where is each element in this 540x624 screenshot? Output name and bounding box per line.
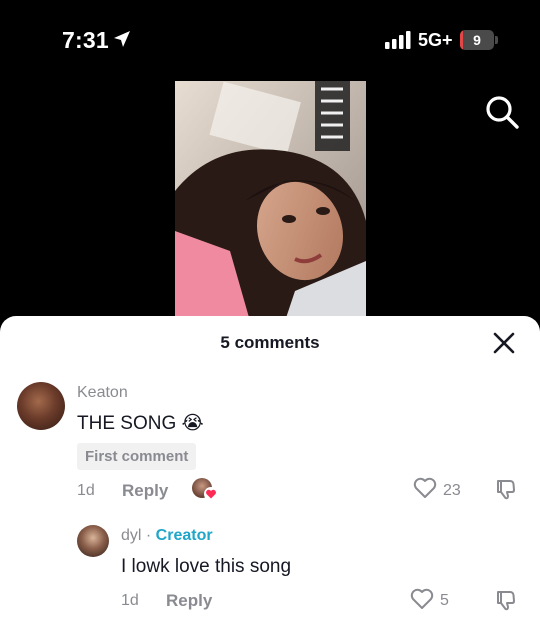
like-count: 23 (443, 482, 461, 499)
commenter-avatar[interactable] (17, 382, 65, 430)
video-frame-image (175, 81, 366, 321)
status-time: 7:31 (62, 27, 109, 53)
creator-badge: Creator (155, 527, 213, 544)
battery-nub (495, 36, 498, 44)
search-icon[interactable] (483, 93, 521, 131)
reply-username-line: dyl · Creator (121, 527, 213, 545)
comment-username[interactable]: Keaton (77, 384, 128, 402)
first-comment-badge: First comment (77, 443, 197, 470)
username-separator: · (141, 527, 156, 544)
close-icon[interactable] (492, 331, 516, 355)
reply-like-heart-icon[interactable] (410, 588, 434, 610)
video-preview[interactable] (175, 81, 366, 321)
cellular-signal-icon (385, 31, 411, 49)
reply-avatar[interactable] (77, 525, 109, 557)
reply-age: 1d (121, 592, 139, 609)
network-type: 5G+ (418, 30, 453, 50)
battery-indicator: 9 (460, 30, 494, 50)
creator-liked-heart-icon (204, 487, 218, 501)
reply-text: I lowk love this song (121, 556, 292, 577)
reply-dislike-icon[interactable] (494, 588, 518, 612)
dislike-icon[interactable] (494, 477, 518, 501)
reply-to-reply-button[interactable]: Reply (166, 591, 212, 611)
reply-username[interactable]: dyl (121, 527, 141, 544)
reply-like-count: 5 (440, 592, 449, 609)
comment-age: 1d (77, 482, 95, 499)
comments-count-title: 5 comments (220, 333, 320, 352)
location-arrow-icon (114, 31, 130, 47)
status-bar: 7:31 5G+ 9 (0, 0, 540, 80)
battery-level-text: 9 (473, 32, 481, 48)
reply-button[interactable]: Reply (122, 481, 168, 501)
like-heart-icon[interactable] (413, 477, 437, 499)
comment-text: THE SONG 😭 (77, 413, 204, 434)
comments-sheet: 5 comments Keaton THE SONG 😭 First comme… (0, 316, 540, 624)
